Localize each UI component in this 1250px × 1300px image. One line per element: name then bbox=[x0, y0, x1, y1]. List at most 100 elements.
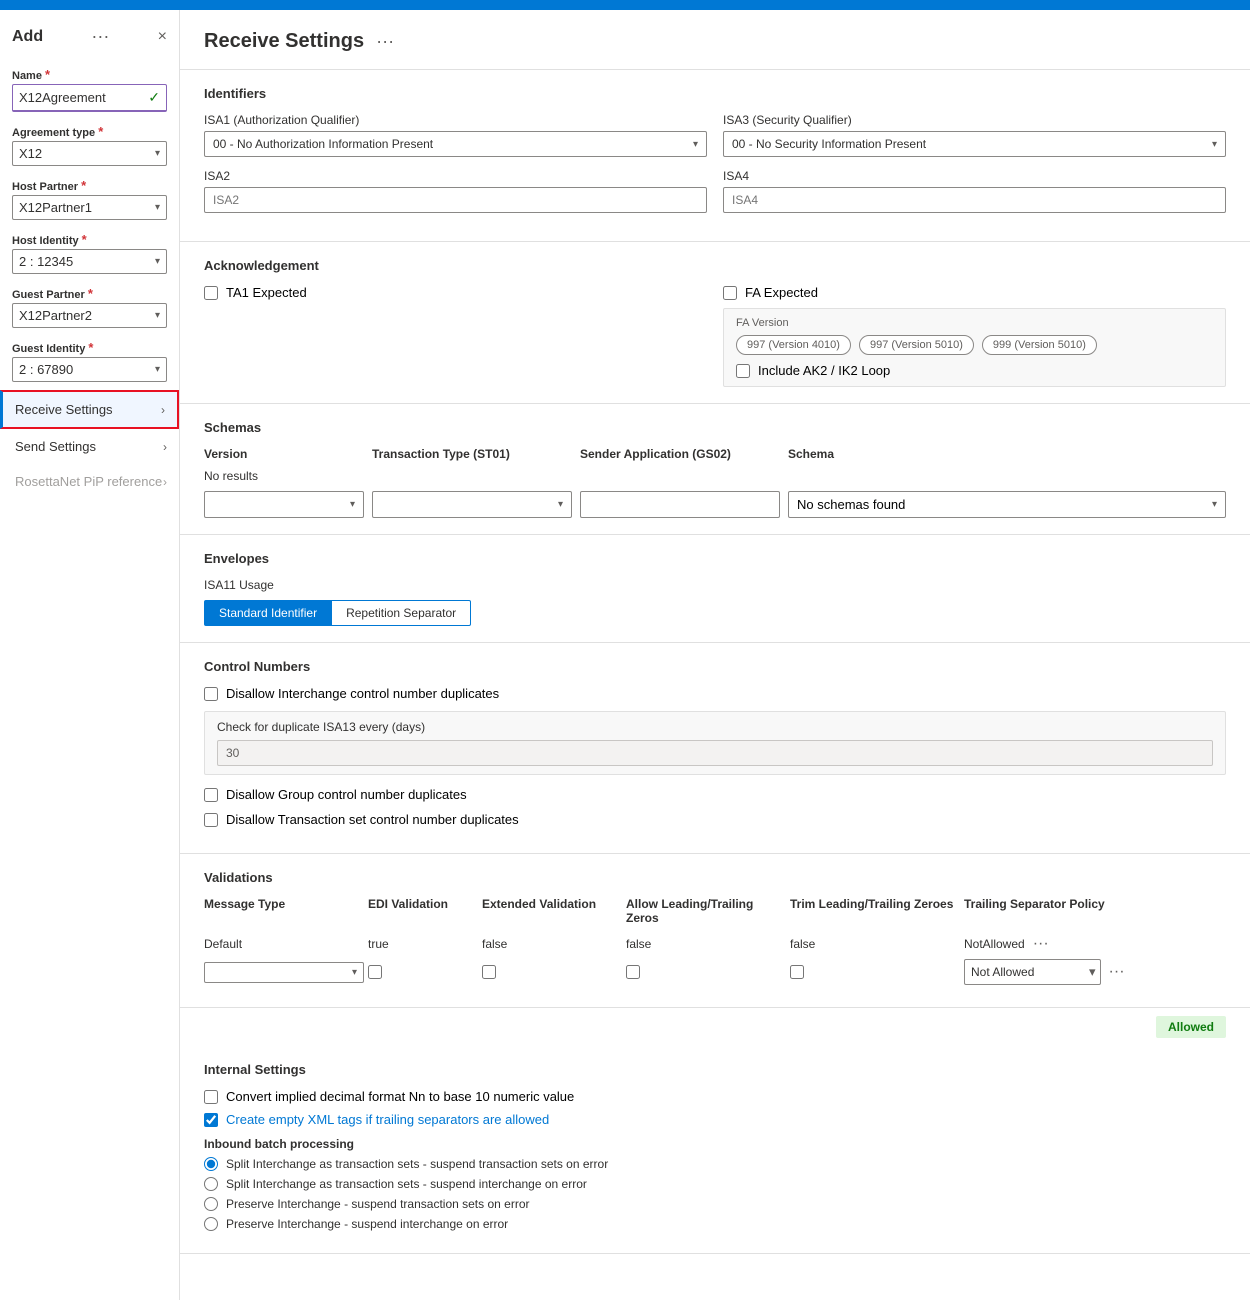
schema-schema-value: No schemas found bbox=[797, 497, 905, 512]
val-default-trailing-policy: NotAllowed bbox=[964, 937, 1025, 951]
val-input-row-ellipsis[interactable]: ··· bbox=[1105, 963, 1129, 981]
radio-preserve-suspend-sets[interactable] bbox=[204, 1197, 218, 1211]
val-col-message-type: Message Type bbox=[204, 897, 364, 925]
sidebar-item-send-settings[interactable]: Send Settings › bbox=[0, 429, 179, 464]
val-trailing-select-wrapper[interactable]: Not Allowed Optional Mandatory ▾ bbox=[964, 959, 1101, 985]
radio-row-3: Preserve Interchange - suspend interchan… bbox=[204, 1217, 1226, 1231]
disallow-interchange-checkbox[interactable] bbox=[204, 687, 218, 701]
sidebar-item-receive-settings[interactable]: Receive Settings › bbox=[0, 390, 179, 429]
create-empty-xml-checkbox[interactable] bbox=[204, 1113, 218, 1127]
rosettanet-chevron: › bbox=[163, 475, 167, 489]
sidebar-ellipsis[interactable]: ··· bbox=[91, 26, 109, 47]
val-extended-checkbox[interactable] bbox=[482, 965, 496, 979]
isa4-input[interactable] bbox=[723, 187, 1226, 213]
val-trailing-select[interactable]: Not Allowed Optional Mandatory bbox=[965, 961, 1085, 983]
schema-schema-select[interactable]: No schemas found ▾ bbox=[788, 491, 1226, 518]
guest-identity-chevron: ▾ bbox=[155, 364, 160, 375]
isa3-label: ISA3 (Security Qualifier) bbox=[723, 113, 1226, 127]
include-ak2-label: Include AK2 / IK2 Loop bbox=[758, 363, 890, 378]
fa-group: FA Expected FA Version 997 (Version 4010… bbox=[723, 285, 1226, 387]
guest-partner-label: Guest Partner * bbox=[12, 286, 167, 301]
disallow-transaction-checkbox[interactable] bbox=[204, 813, 218, 827]
receive-settings-label: Receive Settings bbox=[15, 402, 113, 417]
internal-settings-title: Internal Settings bbox=[204, 1062, 1226, 1077]
rosettanet-label: RosettaNet PiP reference bbox=[15, 474, 162, 489]
include-ak2-row: Include AK2 / IK2 Loop bbox=[736, 363, 1213, 378]
isa2-input[interactable] bbox=[204, 187, 707, 213]
val-col-allow-leading: Allow Leading/Trailing Zeros bbox=[626, 897, 786, 925]
val-message-type-select[interactable]: ▾ bbox=[204, 962, 364, 983]
main-title: Receive Settings bbox=[204, 30, 364, 53]
sidebar-close[interactable]: × bbox=[158, 28, 167, 46]
include-ak2-checkbox[interactable] bbox=[736, 364, 750, 378]
isa2-group: ISA2 bbox=[204, 169, 707, 213]
radio-split-suspend-sets[interactable] bbox=[204, 1157, 218, 1171]
schemas-header: Version Transaction Type (ST01) Sender A… bbox=[204, 447, 1226, 461]
toggle-repetition-separator[interactable]: Repetition Separator bbox=[332, 600, 471, 626]
disallow-transaction-row: Disallow Transaction set control number … bbox=[204, 812, 1226, 827]
duplicate-check-input[interactable] bbox=[217, 740, 1213, 766]
val-trim-leading-checkbox[interactable] bbox=[790, 965, 804, 979]
schema-version-select[interactable]: ▾ bbox=[204, 491, 364, 518]
validations-input-row: ▾ Not Allowed Optional Mandatory ▾ bbox=[204, 959, 1226, 985]
convert-decimal-row: Convert implied decimal format Nn to bas… bbox=[204, 1089, 1226, 1104]
radio-label-2: Preserve Interchange - suspend transacti… bbox=[226, 1197, 530, 1211]
agreement-type-value: X12 bbox=[19, 146, 42, 161]
envelopes-title: Envelopes bbox=[204, 551, 1226, 566]
guest-partner-select[interactable]: X12Partner2 ▾ bbox=[12, 303, 167, 328]
isa3-select[interactable]: 00 - No Security Information Present ▾ bbox=[723, 131, 1226, 157]
val-trailing-chevron: ▾ bbox=[1085, 960, 1100, 984]
val-col-trailing: Trailing Separator Policy bbox=[964, 897, 1226, 925]
schemas-col-sender: Sender Application (GS02) bbox=[580, 447, 780, 461]
val-row-ellipsis[interactable]: ··· bbox=[1029, 935, 1053, 953]
fa-version-options: 997 (Version 4010) 997 (Version 5010) 99… bbox=[736, 335, 1213, 355]
disallow-group-label: Disallow Group control number duplicates bbox=[226, 787, 467, 802]
radio-preserve-suspend-interchange[interactable] bbox=[204, 1217, 218, 1231]
fa-version-4010[interactable]: 997 (Version 4010) bbox=[736, 335, 851, 355]
receive-settings-chevron: › bbox=[161, 403, 165, 417]
host-identity-value: 2 : 12345 bbox=[19, 254, 73, 269]
name-label: Name * bbox=[12, 67, 167, 82]
radio-row-0: Split Interchange as transaction sets - … bbox=[204, 1157, 1226, 1171]
duplicate-check-label: Check for duplicate ISA13 every (days) bbox=[217, 720, 1213, 734]
ta1-checkbox[interactable] bbox=[204, 286, 218, 300]
host-partner-select[interactable]: X12Partner1 ▾ bbox=[12, 195, 167, 220]
isa2-label: ISA2 bbox=[204, 169, 707, 183]
val-edi-checkbox[interactable] bbox=[368, 965, 382, 979]
guest-identity-select[interactable]: 2 : 67890 ▾ bbox=[12, 357, 167, 382]
fa-version-5010-999[interactable]: 999 (Version 5010) bbox=[982, 335, 1097, 355]
validations-section: Validations Message Type EDI Validation … bbox=[180, 854, 1250, 1008]
validations-default-row: Default true false false false NotAllowe… bbox=[204, 935, 1226, 953]
fa-version-box: FA Version 997 (Version 4010) 997 (Versi… bbox=[723, 308, 1226, 387]
control-numbers-title: Control Numbers bbox=[204, 659, 1226, 674]
agreement-type-label: Agreement type * bbox=[12, 124, 167, 139]
fa-version-5010[interactable]: 997 (Version 5010) bbox=[859, 335, 974, 355]
host-identity-select[interactable]: 2 : 12345 ▾ bbox=[12, 249, 167, 274]
create-empty-xml-row: Create empty XML tags if trailing separa… bbox=[204, 1112, 1226, 1127]
schema-sender-select[interactable] bbox=[580, 491, 780, 518]
guest-partner-field: Guest Partner * X12Partner2 ▾ bbox=[0, 282, 179, 336]
send-settings-chevron: › bbox=[163, 440, 167, 454]
radio-split-suspend-interchange[interactable] bbox=[204, 1177, 218, 1191]
val-allow-leading-checkbox[interactable] bbox=[626, 965, 640, 979]
convert-decimal-checkbox[interactable] bbox=[204, 1090, 218, 1104]
schema-transaction-select[interactable]: ▾ bbox=[372, 491, 572, 518]
name-input[interactable]: X12Agreement ✓ bbox=[12, 84, 167, 112]
radio-label-1: Split Interchange as transaction sets - … bbox=[226, 1177, 587, 1191]
agreement-type-select[interactable]: X12 ▾ bbox=[12, 141, 167, 166]
val-col-edi: EDI Validation bbox=[368, 897, 478, 925]
val-default-extended: false bbox=[482, 937, 622, 951]
guest-partner-chevron: ▾ bbox=[155, 310, 160, 321]
isa1-label: ISA1 (Authorization Qualifier) bbox=[204, 113, 707, 127]
host-partner-field: Host Partner * X12Partner1 ▾ bbox=[0, 174, 179, 228]
name-check-icon: ✓ bbox=[148, 89, 160, 106]
schema-transaction-chevron: ▾ bbox=[558, 499, 563, 510]
main-header: Receive Settings ··· bbox=[180, 10, 1250, 70]
isa1-select[interactable]: 00 - No Authorization Information Presen… bbox=[204, 131, 707, 157]
disallow-group-checkbox[interactable] bbox=[204, 788, 218, 802]
val-default-allow-leading: false bbox=[626, 937, 786, 951]
toggle-standard-identifier[interactable]: Standard Identifier bbox=[204, 600, 332, 626]
main-ellipsis[interactable]: ··· bbox=[376, 31, 394, 52]
isa3-group: ISA3 (Security Qualifier) 00 - No Securi… bbox=[723, 113, 1226, 157]
fa-checkbox[interactable] bbox=[723, 286, 737, 300]
